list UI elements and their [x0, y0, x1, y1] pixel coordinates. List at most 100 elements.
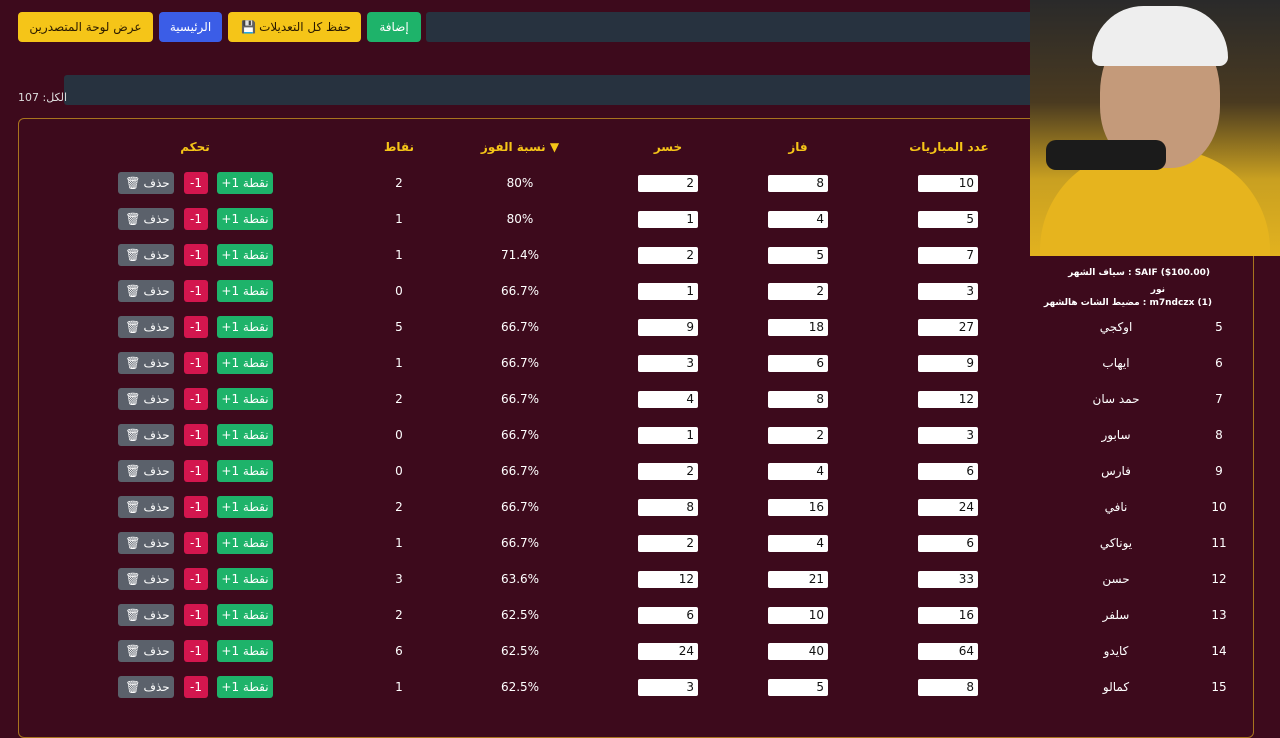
won-input[interactable]: 5: [768, 679, 828, 696]
subtract-point-button[interactable]: -1: [184, 280, 208, 302]
add-point-button[interactable]: +1 نقطة: [217, 280, 273, 302]
add-point-button[interactable]: +1 نقطة: [217, 424, 273, 446]
won-input[interactable]: 6: [768, 355, 828, 372]
subtract-point-button[interactable]: -1: [184, 316, 208, 338]
player-name-input[interactable]: [426, 12, 1040, 42]
search-input[interactable]: [64, 75, 1040, 105]
add-point-button[interactable]: +1 نقطة: [217, 532, 273, 554]
lost-input[interactable]: 6: [638, 607, 698, 624]
subtract-point-button[interactable]: -1: [184, 640, 208, 662]
won-input[interactable]: 40: [768, 643, 828, 660]
lost-input[interactable]: 1: [638, 211, 698, 228]
delete-button[interactable]: 🗑 حذف: [118, 280, 174, 302]
matches-input[interactable]: 6: [918, 463, 978, 480]
subtract-point-button[interactable]: -1: [184, 532, 208, 554]
matches-input[interactable]: 8: [918, 679, 978, 696]
add-point-button[interactable]: +1 نقطة: [217, 316, 273, 338]
lost-input[interactable]: 2: [638, 247, 698, 264]
delete-button[interactable]: 🗑 حذف: [118, 352, 174, 374]
matches-input[interactable]: 16: [918, 607, 978, 624]
delete-button[interactable]: 🗑 حذف: [118, 172, 174, 194]
won-input[interactable]: 4: [768, 535, 828, 552]
matches-input[interactable]: 64: [918, 643, 978, 660]
add-point-button[interactable]: +1 نقطة: [217, 208, 273, 230]
points-value: 1: [395, 212, 403, 226]
won-input[interactable]: 8: [768, 391, 828, 408]
won-input[interactable]: 2: [768, 283, 828, 300]
subtract-point-button[interactable]: -1: [184, 172, 208, 194]
lost-input[interactable]: 3: [638, 679, 698, 696]
subtract-point-button[interactable]: -1: [184, 676, 208, 698]
won-input[interactable]: 16: [768, 499, 828, 516]
delete-button[interactable]: 🗑 حذف: [118, 496, 174, 518]
delete-button[interactable]: 🗑 حذف: [118, 460, 174, 482]
subtract-point-button[interactable]: -1: [184, 424, 208, 446]
subtract-point-button[interactable]: -1: [184, 244, 208, 266]
subtract-point-button[interactable]: -1: [184, 208, 208, 230]
matches-input[interactable]: 9: [918, 355, 978, 372]
lost-input[interactable]: 8: [638, 499, 698, 516]
lost-input[interactable]: 4: [638, 391, 698, 408]
win-rate-value: 80%: [506, 176, 534, 190]
won-input[interactable]: 21: [768, 571, 828, 588]
add-point-button[interactable]: +1 نقطة: [217, 244, 273, 266]
delete-button[interactable]: 🗑 حذف: [118, 532, 174, 554]
won-input[interactable]: 4: [768, 463, 828, 480]
matches-input[interactable]: 27: [918, 319, 978, 336]
add-point-button[interactable]: +1 نقطة: [217, 172, 273, 194]
leaderboard-button[interactable]: عرض لوحة المتصدرين: [18, 12, 153, 42]
lost-input[interactable]: 3: [638, 355, 698, 372]
matches-input[interactable]: 24: [918, 499, 978, 516]
matches-input[interactable]: 10: [918, 175, 978, 192]
add-point-button[interactable]: +1 نقطة: [217, 388, 273, 410]
delete-button[interactable]: 🗑 حذف: [118, 388, 174, 410]
lost-input[interactable]: 2: [638, 175, 698, 192]
delete-button[interactable]: 🗑 حذف: [118, 244, 174, 266]
lost-input[interactable]: 24: [638, 643, 698, 660]
won-input[interactable]: 5: [768, 247, 828, 264]
matches-input[interactable]: 5: [918, 211, 978, 228]
delete-button[interactable]: 🗑 حذف: [118, 604, 174, 626]
lost-input[interactable]: 12: [638, 571, 698, 588]
won-input[interactable]: 18: [768, 319, 828, 336]
delete-button[interactable]: 🗑 حذف: [118, 640, 174, 662]
subtract-point-button[interactable]: -1: [184, 388, 208, 410]
delete-button[interactable]: 🗑 حذف: [118, 208, 174, 230]
lost-input[interactable]: 2: [638, 535, 698, 552]
subtract-point-button[interactable]: -1: [184, 460, 208, 482]
matches-input[interactable]: 33: [918, 571, 978, 588]
delete-button[interactable]: 🗑 حذف: [118, 676, 174, 698]
header-matches: عدد المباريات: [909, 140, 989, 154]
add-point-button[interactable]: +1 نقطة: [217, 604, 273, 626]
matches-input[interactable]: 6: [918, 535, 978, 552]
lost-input[interactable]: 1: [638, 427, 698, 444]
subtract-point-button[interactable]: -1: [184, 604, 208, 626]
delete-button[interactable]: 🗑 حذف: [118, 424, 174, 446]
won-input[interactable]: 4: [768, 211, 828, 228]
won-input[interactable]: 10: [768, 607, 828, 624]
add-point-button[interactable]: +1 نقطة: [217, 676, 273, 698]
lost-input[interactable]: 2: [638, 463, 698, 480]
header-win-rate[interactable]: نسبة الفوز ▼: [481, 140, 559, 154]
subtract-point-button[interactable]: -1: [184, 352, 208, 374]
save-all-button[interactable]: 💾 حفظ كل التعديلات: [228, 12, 361, 42]
add-button[interactable]: إضافة: [367, 12, 421, 42]
subtract-point-button[interactable]: -1: [184, 568, 208, 590]
delete-button[interactable]: 🗑 حذف: [118, 568, 174, 590]
won-input[interactable]: 8: [768, 175, 828, 192]
add-point-button[interactable]: +1 نقطة: [217, 640, 273, 662]
matches-input[interactable]: 7: [918, 247, 978, 264]
matches-input[interactable]: 3: [918, 283, 978, 300]
lost-input[interactable]: 1: [638, 283, 698, 300]
add-point-button[interactable]: +1 نقطة: [217, 568, 273, 590]
matches-input[interactable]: 3: [918, 427, 978, 444]
won-input[interactable]: 2: [768, 427, 828, 444]
add-point-button[interactable]: +1 نقطة: [217, 496, 273, 518]
home-button[interactable]: الرئيسية: [159, 12, 222, 42]
matches-input[interactable]: 12: [918, 391, 978, 408]
subtract-point-button[interactable]: -1: [184, 496, 208, 518]
lost-input[interactable]: 9: [638, 319, 698, 336]
add-point-button[interactable]: +1 نقطة: [217, 352, 273, 374]
delete-button[interactable]: 🗑 حذف: [118, 316, 174, 338]
add-point-button[interactable]: +1 نقطة: [217, 460, 273, 482]
